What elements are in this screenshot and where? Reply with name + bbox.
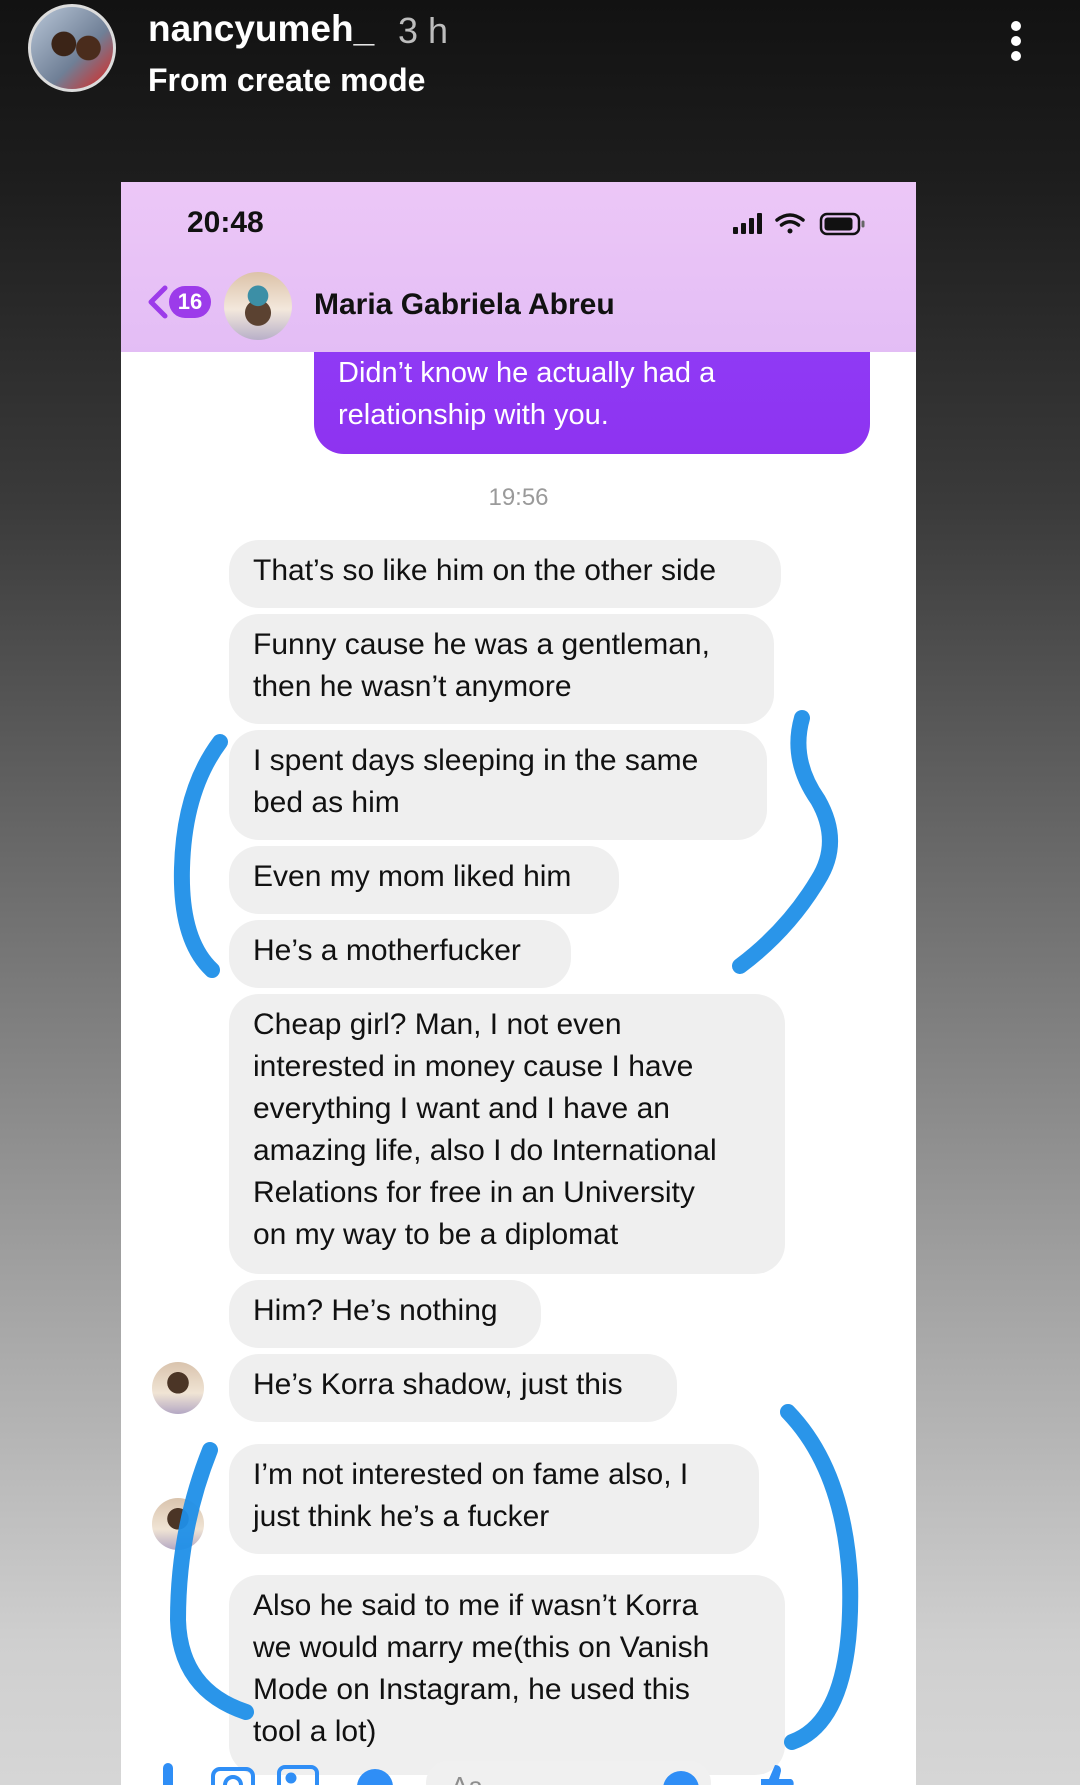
message-line: on my way to be a diplomat <box>253 1218 619 1251</box>
story-avatar[interactable] <box>28 4 116 92</box>
battery-icon <box>819 212 865 236</box>
message-line: I spent days sleeping in the same <box>253 744 699 777</box>
sticker-icon <box>357 1769 393 1785</box>
incoming-message: Cheap girl? Man, I not even interested i… <box>229 994 785 1274</box>
incoming-message: He’s Korra shadow, just this <box>229 1354 677 1422</box>
incoming-message: Also he said to me if wasn’t Korra we wo… <box>229 1575 785 1775</box>
story-username[interactable]: nancyumeh_ <box>148 8 374 50</box>
wifi-icon <box>775 213 805 234</box>
composer-placeholder: Aa <box>451 1771 483 1785</box>
contact-name[interactable]: Maria Gabriela Abreu <box>314 288 615 322</box>
incoming-message: Him? He’s nothing <box>229 1280 541 1348</box>
message-line: tool a lot) <box>253 1715 377 1748</box>
message-line: Him? He’s nothing <box>253 1294 498 1327</box>
like-icon <box>761 1765 794 1785</box>
signal-icon <box>733 213 762 234</box>
incoming-message: I spent days sleeping in the same bed as… <box>229 730 767 840</box>
message-line: Also he said to me if wasn’t Korra <box>253 1589 699 1622</box>
incoming-message: I’m not interested on fame also, I just … <box>229 1444 759 1554</box>
message-line: bed as him <box>253 786 400 819</box>
contact-avatar[interactable] <box>224 272 292 340</box>
message-line: Funny cause he was a gentleman, <box>253 628 710 661</box>
status-icons <box>733 212 865 236</box>
incoming-message: That’s so like him on the other side <box>229 540 781 608</box>
mic-icon <box>163 1763 173 1785</box>
message-line: Even my mom liked him <box>253 860 572 893</box>
more-vertical-icon[interactable] <box>1004 18 1028 66</box>
chat-screenshot: 20:48 16 Maria Gabriela Abreu Didn’t kno… <box>121 182 916 1785</box>
message-line: then he wasn’t anymore <box>253 670 572 703</box>
message-line: Cheap girl? Man, I not even <box>253 1008 622 1041</box>
outgoing-line: Didn’t know he actually had a <box>338 357 716 389</box>
message-line: we would marry me(this on Vanish <box>253 1631 710 1664</box>
story-time: 3 h <box>398 10 449 51</box>
outgoing-message: Didn’t know he actually had a relationsh… <box>314 352 870 454</box>
message-line: He’s Korra shadow, just this <box>253 1368 623 1401</box>
story-header: nancyumeh_ 3 h From create mode <box>0 0 1080 120</box>
message-line: He’s a motherfucker <box>253 934 521 967</box>
incoming-message: Even my mom liked him <box>229 846 619 914</box>
story-subtitle: From create mode <box>148 62 426 98</box>
message-line: everything I want and I have an <box>253 1092 670 1125</box>
message-line: interested in money cause I have <box>253 1050 694 1083</box>
status-time: 20:48 <box>187 206 264 239</box>
camera-icon <box>211 1767 255 1785</box>
composer-bar: Aa <box>163 1761 794 1785</box>
sender-avatar[interactable] <box>152 1362 204 1414</box>
message-line: just think he’s a fucker <box>253 1500 550 1533</box>
message-timestamp: 19:56 <box>488 484 549 511</box>
message-line: I’m not interested on fame also, I <box>253 1458 689 1491</box>
message-line: Relations for free in an University <box>253 1176 695 1209</box>
unread-count-badge[interactable]: 16 <box>169 286 211 318</box>
message-line: amazing life, also I do International <box>253 1134 717 1167</box>
incoming-message: He’s a motherfucker <box>229 920 571 988</box>
message-line: Mode on Instagram, he used this <box>253 1673 690 1706</box>
image-icon <box>277 1765 319 1785</box>
incoming-message: Funny cause he was a gentleman, then he … <box>229 614 774 724</box>
outgoing-line: relationship with you. <box>338 399 609 431</box>
sender-avatar[interactable] <box>152 1498 204 1550</box>
chat-header: 20:48 16 Maria Gabriela Abreu <box>121 182 916 352</box>
conversation-bar: 16 Maria Gabriela Abreu <box>121 270 916 342</box>
message-line: That’s so like him on the other side <box>253 554 717 587</box>
